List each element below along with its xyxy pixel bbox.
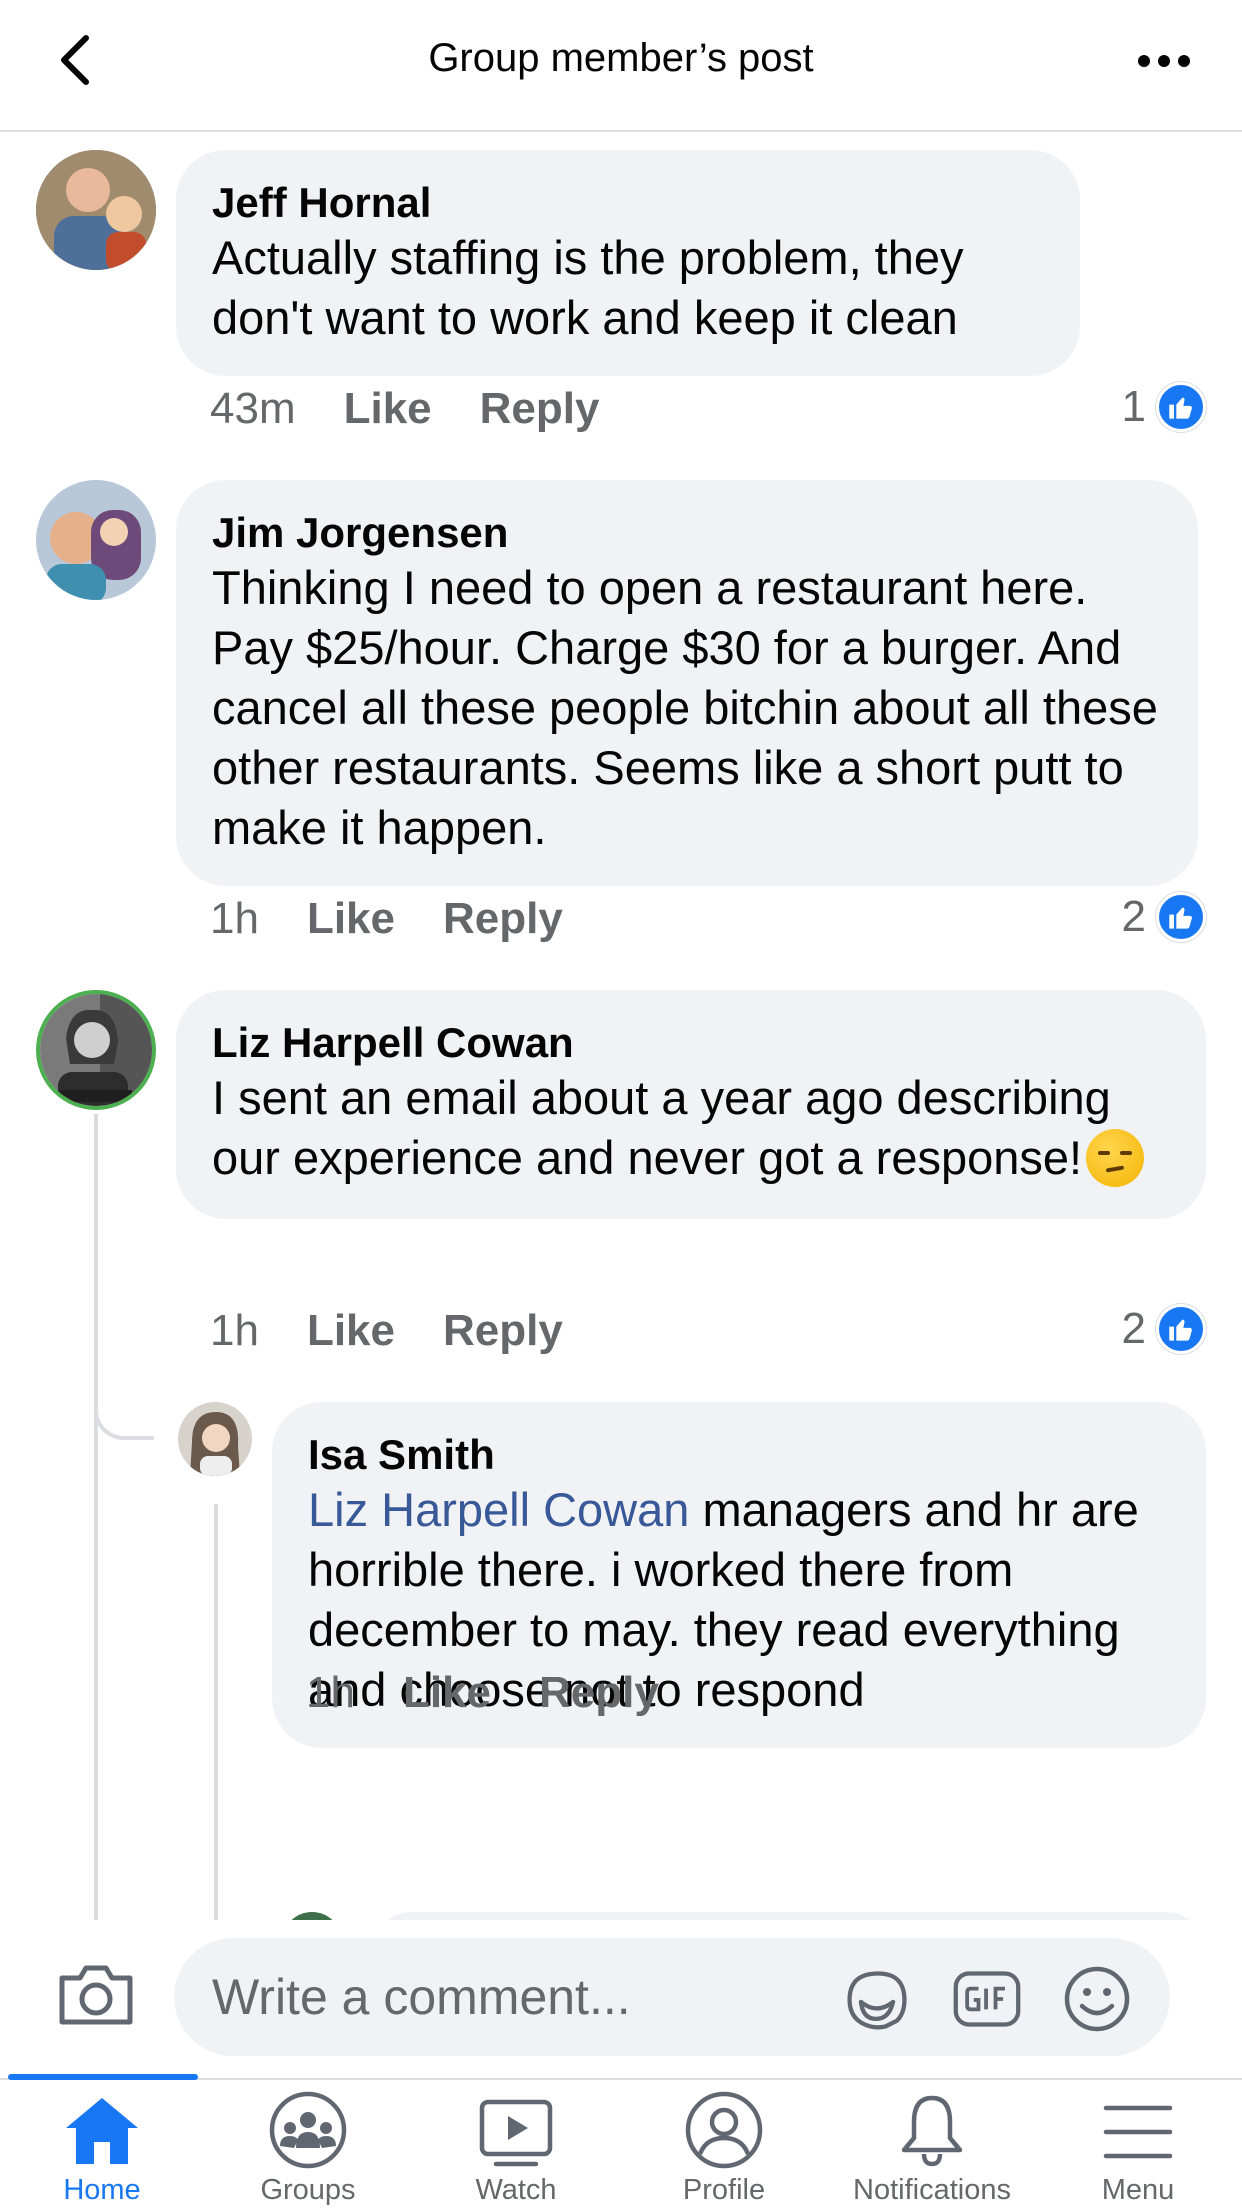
sticker-icon[interactable] (842, 1964, 912, 2034)
comment-text: Actually staffing is the problem, they d… (212, 231, 964, 344)
profile-icon (685, 2091, 763, 2169)
home-icon (66, 2098, 138, 2164)
reaction-summary[interactable]: 2 (1122, 1304, 1206, 1354)
menu-icon (1103, 2105, 1173, 2159)
bottom-nav: Home Groups Watch Profile Notifications … (0, 2074, 1242, 2208)
comment-composer (0, 1920, 1242, 2078)
comment-actions: 1h Like Reply (210, 1306, 611, 1356)
avatar[interactable] (36, 480, 156, 600)
camera-button[interactable] (56, 1960, 136, 2030)
nav-home[interactable]: Home (2, 2080, 202, 2208)
reply-author[interactable]: Isa Smith (308, 1430, 1170, 1480)
reaction-summary[interactable]: 1 (1122, 382, 1206, 432)
nav-notifications[interactable]: Notifications (832, 2080, 1032, 2208)
thread-line (94, 1440, 98, 1920)
nav-profile[interactable]: Profile (624, 2080, 824, 2208)
like-button[interactable]: Like (307, 894, 395, 944)
page-title: Group member’s post (428, 36, 814, 80)
thumbs-up-icon (1156, 1304, 1206, 1354)
thread-connector (94, 1384, 154, 1440)
like-button[interactable]: Like (344, 384, 432, 434)
top-bar: Group member’s post (0, 0, 1242, 132)
reply-bubble[interactable] (372, 1912, 1206, 1920)
reply-button[interactable]: Reply (443, 894, 563, 944)
avatar[interactable] (36, 150, 156, 270)
reply-actions: 1h Like Reply (306, 1668, 707, 1718)
comment-actions: 43m Like Reply (210, 384, 647, 434)
reply-time: 1h (306, 1668, 355, 1717)
groups-icon (269, 2091, 347, 2169)
more-icon (1138, 55, 1190, 67)
comment-text: Thinking I need to open a restaurant her… (212, 561, 1158, 854)
comment-text-content: I sent an email about a year ago describ… (212, 1071, 1111, 1184)
avatar[interactable] (36, 990, 156, 1110)
comment-text: I sent an email about a year ago describ… (212, 1068, 1170, 1191)
comment-author[interactable]: Liz Harpell Cowan (212, 1018, 1170, 1068)
mention-link[interactable]: Liz Harpell Cowan (308, 1483, 689, 1536)
nav-watch[interactable]: Watch (416, 2080, 616, 2208)
reaction-count: 1 (1121, 382, 1146, 431)
reaction-summary[interactable]: 2 (1122, 892, 1206, 942)
comment-bubble[interactable]: Jeff Hornal Actually staffing is the pro… (176, 150, 1080, 376)
reply-button[interactable]: Reply (480, 384, 600, 434)
nav-label: Notifications (853, 2174, 1011, 2206)
comment-author[interactable]: Jim Jorgensen (212, 508, 1162, 558)
nav-label: Home (63, 2174, 141, 2206)
gif-icon[interactable] (952, 1964, 1022, 2034)
nav-menu[interactable]: Menu (1038, 2080, 1238, 2208)
unamused-face-emoji-icon (1086, 1128, 1145, 1187)
reaction-count: 2 (1121, 892, 1146, 941)
more-options-button[interactable] (1134, 36, 1194, 86)
like-button[interactable]: Like (403, 1668, 491, 1718)
reply-button[interactable]: Reply (443, 1306, 563, 1356)
nav-label: Watch (475, 2174, 557, 2206)
comment-time: 1h (210, 1306, 259, 1355)
comment-bubble[interactable]: Liz Harpell Cowan I sent an email about … (176, 990, 1206, 1219)
thumbs-up-icon (1156, 892, 1206, 942)
comment-actions: 1h Like Reply (210, 894, 611, 944)
comment-bubble[interactable]: Jim Jorgensen Thinking I need to open a … (176, 480, 1198, 886)
avatar[interactable] (282, 1912, 342, 1920)
thread-line (214, 1504, 218, 1920)
emoji-icon[interactable] (1062, 1964, 1132, 2034)
comment-time: 1h (210, 894, 259, 943)
nav-label: Groups (260, 2174, 356, 2206)
nav-label: Menu (1101, 2174, 1175, 2206)
nav-label: Profile (682, 2174, 766, 2206)
reaction-count: 2 (1121, 1304, 1146, 1353)
bell-icon (901, 2095, 963, 2167)
watch-icon (479, 2099, 553, 2167)
reply-button[interactable]: Reply (539, 1668, 659, 1718)
thumbs-up-icon (1156, 382, 1206, 432)
camera-icon (59, 1965, 133, 2025)
nav-groups[interactable]: Groups (208, 2080, 408, 2208)
comment-time: 43m (210, 384, 296, 433)
comments-list: Jeff Hornal Actually staffing is the pro… (0, 134, 1242, 1920)
like-button[interactable]: Like (307, 1306, 395, 1356)
avatar[interactable] (178, 1402, 252, 1476)
comment-author[interactable]: Jeff Hornal (212, 178, 1044, 228)
